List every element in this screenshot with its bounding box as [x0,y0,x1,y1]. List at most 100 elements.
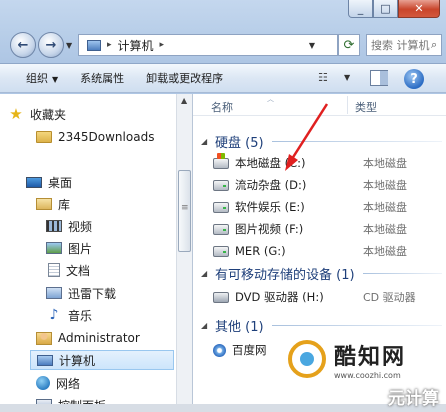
scroll-up-icon[interactable]: ▲ [181,96,187,105]
nav-label: 视频 [68,219,93,234]
uninstall-label: 卸载或更改程序 [146,72,224,85]
nav-label: 网络 [56,376,81,391]
nav-label: Administrator [58,331,140,345]
organize-menu[interactable]: 组织 ▼ [0,70,69,86]
explorer-window: _ □ ✕ ← → ▼ ▸ 计算机 ▸ ▼ ⟳ ⌕ 组织 ▼ 系统属性 卸载或更改… [0,0,446,412]
address-bar[interactable]: ▸ 计算机 ▸ ▼ [78,34,338,56]
collapse-icon[interactable]: ◢ [201,269,215,278]
back-button[interactable]: ← [10,32,36,58]
search-input[interactable] [371,38,431,52]
drive-icon [213,245,229,257]
user-folder-icon [36,331,52,345]
recent-pages-dropdown[interactable]: ▼ [66,41,72,50]
search-box[interactable]: ⌕ [366,34,442,56]
breadcrumb-computer[interactable]: 计算机 [118,37,154,54]
group-divider [271,140,442,142]
minimize-button[interactable]: _ [348,0,373,18]
maximize-button[interactable]: □ [373,0,398,18]
help-icon: ? [410,71,418,87]
column-name[interactable]: 名称 [211,99,233,115]
watermark-brand: 酷知网 [334,344,407,370]
drive-name: 图片视频 (F:) [235,222,304,236]
network-icon [36,376,50,390]
status-strip [0,404,446,412]
column-divider[interactable] [347,96,348,114]
collapse-icon[interactable]: ◢ [201,137,215,146]
drive-type: 本地磁盘 [363,157,407,170]
document-icon [48,263,60,277]
forward-arrow-icon: → [45,37,57,53]
drive-name: 流动杂盘 (D:) [235,178,307,192]
change-view-button[interactable]: ☷ [318,71,328,84]
nav-desktop[interactable]: 桌面 [26,172,72,192]
nav-administrator[interactable]: Administrator [36,328,140,348]
column-type[interactable]: 类型 [355,99,377,115]
system-properties-label: 系统属性 [80,72,125,85]
picture-icon [46,242,62,254]
close-button[interactable]: ✕ [398,0,440,18]
desktop-icon [26,176,42,188]
download-folder-icon [46,287,62,299]
nav-libraries[interactable]: 库 [36,194,70,214]
nav-network[interactable]: 网络 [36,373,80,393]
address-dropdown-icon[interactable]: ▼ [309,41,315,50]
nav-music[interactable]: ♪ 音乐 [46,305,92,325]
dvd-drive-icon [213,291,229,303]
drive-icon [213,179,229,191]
help-button[interactable]: ? [404,69,424,89]
column-header: ︿ 名称 类型 [193,94,446,116]
refresh-button[interactable]: ⟳ [338,34,360,56]
back-arrow-icon: ← [17,37,29,53]
nav-label: 图片 [68,241,93,256]
drive-item[interactable]: 软件娱乐 (E:) 本地磁盘 [193,197,446,217]
navigation-pane: ★ 收藏夹 2345Downloads 桌面 库 视频 图片 文档 迅雷下载 ♪ 音… [0,94,176,412]
window-controls: _ □ ✕ [348,0,440,18]
watermark-url: www.coozhi.com [334,370,401,380]
nav-thunder-downloads[interactable]: 迅雷下载 [46,283,116,303]
drive-name: 软件娱乐 (E:) [235,200,305,214]
watermark-text: 酷知网 www.coozhi.com [334,339,406,380]
nav-2345downloads[interactable]: 2345Downloads [36,127,154,147]
command-bar: 组织 ▼ 系统属性 卸载或更改程序 ☷ ▼ ? [0,63,446,93]
nav-documents[interactable]: 文档 [48,260,90,280]
nav-label: 计算机 [59,353,96,368]
drive-type: 本地磁盘 [363,179,407,192]
breadcrumb-separator-icon[interactable]: ▸ [107,40,112,50]
breadcrumb-separator-icon[interactable]: ▸ [160,40,165,50]
forward-button[interactable]: → [38,32,64,58]
drive-icon [213,223,229,235]
library-icon [36,198,52,210]
navigation-scrollbar[interactable]: ▲ [176,94,193,412]
drive-name: DVD 驱动器 (H:) [235,290,324,304]
view-dropdown-icon[interactable]: ▼ [344,73,350,82]
navigation-row: ← → ▼ ▸ 计算机 ▸ ▼ ⟳ ⌕ [6,30,442,60]
organize-label: 组织 [26,72,48,85]
search-icon[interactable]: ⌕ [431,38,437,52]
collapse-icon[interactable]: ◢ [201,321,215,330]
nav-label: 收藏夹 [30,107,67,122]
view-options-icon: ☷ [318,71,328,84]
drive-name: 本地磁盘 (C:) [235,156,306,170]
computer-icon [87,39,101,51]
network-location-icon [213,343,226,357]
drive-item[interactable]: 流动杂盘 (D:) 本地磁盘 [193,175,446,195]
scrollbar-thumb[interactable] [178,170,191,252]
drive-item[interactable]: 本地磁盘 (C:) 本地磁盘 [193,152,446,173]
group-title: 其他 (1) [215,319,264,335]
group-hard-disks[interactable]: ◢ 硬盘 (5) [193,131,446,151]
nav-pictures[interactable]: 图片 [46,238,92,258]
nav-favorites[interactable]: ★ 收藏夹 [8,104,66,124]
preview-pane-button[interactable] [370,70,388,86]
drive-icon [213,201,229,213]
drive-item[interactable]: 图片视频 (F:) 本地磁盘 [193,219,446,239]
system-properties-button[interactable]: 系统属性 [69,70,135,86]
group-removable-storage[interactable]: ◢ 有可移动存储的设备 (1) [193,263,446,283]
uninstall-program-button[interactable]: 卸载或更改程序 [135,70,234,86]
drive-item[interactable]: MER (G:) 本地磁盘 [193,241,446,261]
computer-icon [37,354,53,366]
nav-videos[interactable]: 视频 [46,216,92,236]
drive-item[interactable]: DVD 驱动器 (H:) CD 驱动器 [193,287,446,307]
nav-computer[interactable]: 计算机 [30,350,174,370]
system-drive-icon [213,152,229,169]
nav-label: 2345Downloads [58,130,155,144]
